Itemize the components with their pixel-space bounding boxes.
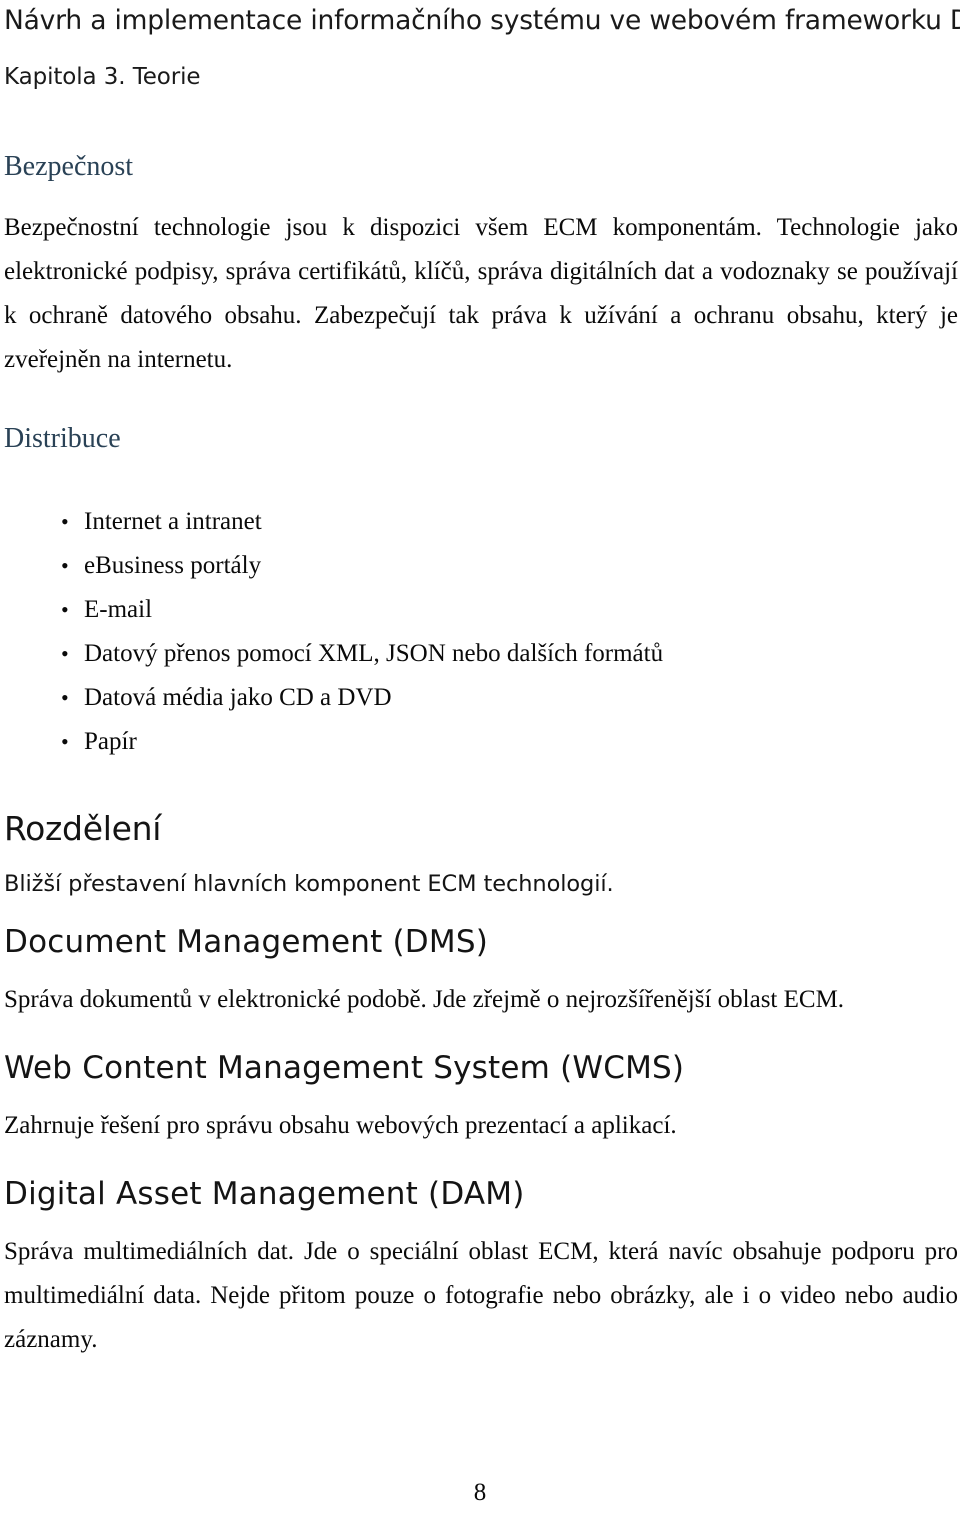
document-page: Návrh a implementace informačního systém… [0,0,960,1530]
heading-digital-asset-management: Digital Asset Management (DAM) [4,1176,525,1212]
list-item-label: E-mail [84,596,153,623]
page-number: 8 [473,1479,487,1506]
bullet-icon: • [61,597,69,622]
heading-web-content-management: Web Content Management System (WCMS) [4,1050,685,1086]
list-item: • Papír [4,720,958,764]
list-item: • Datová média jako CD a DVD [4,676,958,720]
bullet-icon: • [61,553,69,578]
list-item: • Datový přenos pomocí XML, JSON nebo da… [4,632,958,676]
distribution-bullet-list: • Internet a intranet • eBusiness portál… [4,500,958,764]
list-item-label: Papír [84,728,137,755]
paragraph-document-management: Správa dokumentů v elektronické podobě. … [4,986,845,1013]
list-item-label: Internet a intranet [84,508,262,535]
bullet-icon: • [61,729,69,754]
bullet-icon: • [61,509,69,534]
paragraph-digital-asset-management: Správa multimediálních dat. Jde o speciá… [4,1238,958,1353]
paragraph-web-content-management: Zahrnuje řešení pro správu obsahu webový… [4,1112,677,1139]
bullet-icon: • [61,641,69,666]
list-item-label: eBusiness portály [84,552,262,579]
heading-bezpecnost: Bezpečnost [4,151,134,182]
bullet-icon: • [61,685,69,710]
chapter-label: Kapitola 3. Teorie [4,64,201,90]
document-body: Bezpečnost Bezpečnostní technologie jsou… [4,150,958,1362]
heading-distribuce: Distribuce [4,423,121,454]
list-item-label: Datová média jako CD a DVD [84,684,392,711]
heading-rozdeleni: Rozdělení [4,809,162,848]
document-header: Návrh a implementace informačního systém… [4,4,960,92]
paragraph-rozdeleni-lead: Bližší přestavení hlavních komponent ECM… [4,871,614,897]
list-item: • Internet a intranet [4,500,958,544]
document-title: Návrh a implementace informačního systém… [4,5,960,36]
heading-document-management: Document Management (DMS) [4,924,489,960]
paragraph-bezpecnost: Bezpečnostní technologie jsou k dispozic… [4,214,958,373]
list-item: • eBusiness portály [4,544,958,588]
list-item-label: Datový přenos pomocí XML, JSON nebo dalš… [84,640,664,667]
list-item: • E-mail [4,588,958,632]
